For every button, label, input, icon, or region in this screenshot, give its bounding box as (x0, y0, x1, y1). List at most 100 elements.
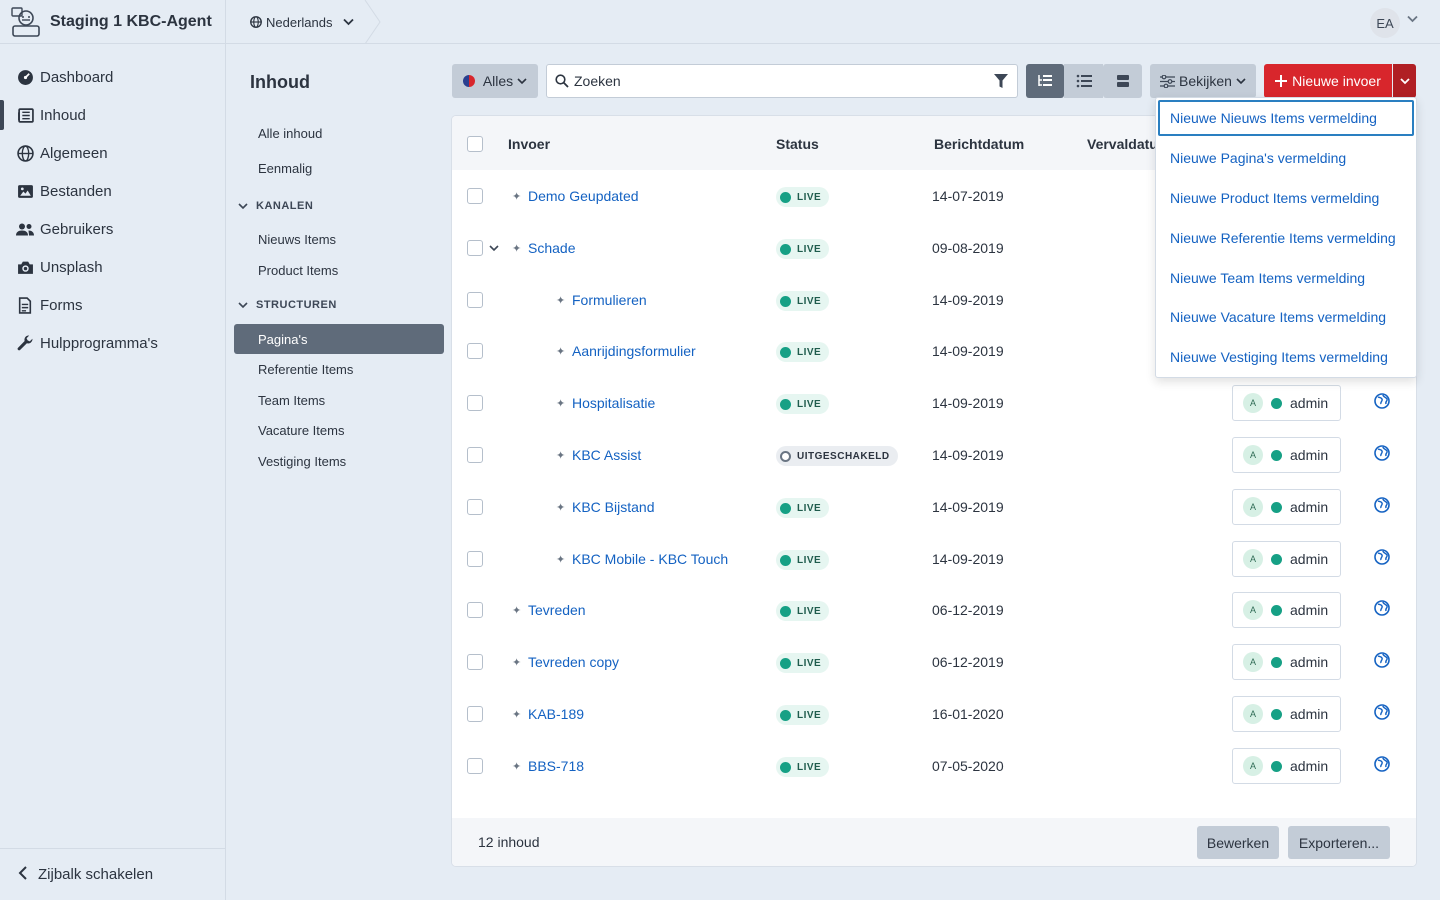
drag-handle-icon[interactable]: ✦ (512, 604, 521, 617)
globe-icon[interactable] (1374, 497, 1390, 513)
row-checkbox[interactable] (467, 602, 483, 618)
author-chip[interactable]: Aadmin (1232, 437, 1341, 473)
chevron-down-icon[interactable] (1407, 15, 1418, 23)
row-checkbox[interactable] (467, 447, 483, 463)
table-row[interactable]: ✦ Tevreden copy LIVE 06-12-2019 Aadmin (452, 636, 1416, 688)
globe-icon[interactable] (1374, 549, 1390, 565)
table-row[interactable]: ✦ KBC Assist UITGESCHAKELD 14-09-2019 Aadmin (452, 429, 1416, 481)
drag-handle-icon[interactable]: ✦ (556, 345, 565, 358)
entry-title[interactable]: ✦ KAB-189 (512, 706, 584, 722)
menu-item-vacature-items[interactable]: Nieuwe Vacature Items vermelding (1170, 309, 1386, 325)
globe-icon[interactable] (1374, 445, 1390, 461)
menu-item-team-items[interactable]: Nieuwe Team Items vermelding (1170, 270, 1365, 286)
menu-item-paginas[interactable]: Nieuwe Pagina's vermelding (1170, 150, 1346, 166)
table-row[interactable]: ✦ KAB-189 LIVE 16-01-2020 Aadmin (452, 688, 1416, 740)
drag-handle-icon[interactable]: ✦ (556, 501, 565, 514)
drag-handle-icon[interactable]: ✦ (556, 553, 565, 566)
row-checkbox[interactable] (467, 343, 483, 359)
section-structures[interactable]: STRUCTUREN (238, 299, 337, 311)
tree-view-button[interactable] (1026, 64, 1064, 98)
author-chip[interactable]: Aadmin (1232, 644, 1341, 680)
drag-handle-icon[interactable]: ✦ (512, 242, 521, 255)
nav-dashboard[interactable]: Dashboard (0, 58, 225, 96)
globe-icon[interactable] (1374, 393, 1390, 409)
menu-item-product-items[interactable]: Nieuwe Product Items vermelding (1170, 190, 1379, 206)
table-row[interactable]: ✦ KBC Bijstand LIVE 14-09-2019 Aadmin (452, 481, 1416, 533)
site-filter-button[interactable]: Alles (452, 64, 538, 98)
drag-handle-icon[interactable]: ✦ (512, 190, 521, 203)
column-status[interactable]: Status (776, 136, 819, 152)
drag-handle-icon[interactable]: ✦ (512, 656, 521, 669)
chevron-down-icon[interactable] (489, 245, 499, 252)
nav-bestanden[interactable]: Bestanden (0, 172, 225, 210)
globe-icon[interactable] (1374, 652, 1390, 668)
entry-title[interactable]: ✦ Formulieren (556, 292, 647, 308)
row-checkbox[interactable] (467, 499, 483, 515)
column-entry[interactable]: Invoer (508, 136, 550, 152)
entry-title[interactable]: ✦ Demo Geupdated (512, 188, 639, 204)
drag-handle-icon[interactable]: ✦ (512, 760, 521, 773)
row-checkbox[interactable] (467, 188, 483, 204)
subnav-vestiging-items[interactable]: Vestiging Items (258, 454, 346, 469)
author-chip[interactable]: Aadmin (1232, 489, 1341, 525)
row-checkbox[interactable] (467, 551, 483, 567)
author-chip[interactable]: Aadmin (1232, 385, 1341, 421)
drag-handle-icon[interactable]: ✦ (556, 449, 565, 462)
table-row[interactable]: ✦ BBS-718 LIVE 07-05-2020 Aadmin (452, 740, 1416, 792)
author-chip[interactable]: Aadmin (1232, 696, 1341, 732)
subnav-all-content[interactable]: Alle inhoud (258, 126, 322, 141)
row-checkbox[interactable] (467, 395, 483, 411)
row-checkbox[interactable] (467, 758, 483, 774)
subnav-team-items[interactable]: Team Items (258, 393, 325, 408)
subnav-once[interactable]: Eenmalig (258, 161, 312, 176)
list-view-button[interactable] (1064, 64, 1103, 98)
subnav-product-items[interactable]: Product Items (258, 263, 338, 278)
menu-item-vestiging-items[interactable]: Nieuwe Vestiging Items vermelding (1170, 349, 1388, 365)
globe-icon[interactable] (1374, 756, 1390, 772)
entry-title[interactable]: ✦ KBC Mobile - KBC Touch (556, 551, 728, 567)
entry-title[interactable]: ✦ BBS-718 (512, 758, 584, 774)
nav-forms[interactable]: Forms (0, 286, 225, 324)
row-checkbox[interactable] (467, 706, 483, 722)
row-checkbox[interactable] (467, 292, 483, 308)
table-row[interactable]: ✦ Tevreden LIVE 06-12-2019 Aadmin (452, 584, 1416, 636)
subnav-nieuws-items[interactable]: Nieuws Items (258, 232, 336, 247)
subnav-vacature-items[interactable]: Vacature Items (258, 423, 344, 438)
table-row[interactable]: ✦ Hospitalisatie LIVE 14-09-2019 Aadmin (452, 377, 1416, 429)
nav-unsplash[interactable]: Unsplash (0, 248, 225, 286)
menu-item-nieuws-items[interactable]: Nieuwe Nieuws Items vermelding (1170, 110, 1377, 126)
entry-title[interactable]: ✦ KBC Bijstand (556, 499, 654, 515)
menu-item-referentie-items[interactable]: Nieuwe Referentie Items vermelding (1170, 230, 1396, 246)
filter-icon[interactable] (993, 73, 1009, 89)
export-button[interactable]: Exporteren... (1288, 826, 1390, 859)
subnav-referentie-items[interactable]: Referentie Items (258, 362, 353, 377)
entry-title[interactable]: ✦ Tevreden (512, 602, 586, 618)
new-entry-dropdown-toggle[interactable] (1393, 64, 1416, 98)
section-channels[interactable]: KANALEN (238, 200, 313, 212)
card-view-button[interactable] (1103, 64, 1142, 98)
avatar[interactable]: EA (1370, 8, 1400, 38)
row-checkbox[interactable] (467, 654, 483, 670)
brand[interactable]: Staging 1 KBC-Agent (0, 0, 225, 44)
nav-algemeen[interactable]: Algemeen (0, 134, 225, 172)
drag-handle-icon[interactable]: ✦ (556, 397, 565, 410)
row-checkbox[interactable] (467, 240, 483, 256)
entry-title[interactable]: ✦ Aanrijdingsformulier (556, 343, 696, 359)
search-input[interactable]: Zoeken (546, 64, 1018, 98)
author-chip[interactable]: Aadmin (1232, 748, 1341, 784)
view-button[interactable]: Bekijken (1150, 64, 1256, 98)
entry-title[interactable]: ✦ Hospitalisatie (556, 395, 655, 411)
edit-button[interactable]: Bewerken (1197, 826, 1279, 859)
new-entry-button[interactable]: Nieuwe invoer (1264, 64, 1392, 98)
select-all-checkbox[interactable] (467, 136, 483, 152)
table-row[interactable]: ✦ KBC Mobile - KBC Touch LIVE 14-09-2019 Aad… (452, 533, 1416, 585)
entry-title[interactable]: ✦ Tevreden copy (512, 654, 619, 670)
language-selector[interactable]: Nederlands (250, 0, 354, 44)
column-post-date[interactable]: Berichtdatum (934, 136, 1024, 152)
globe-icon[interactable] (1374, 600, 1390, 616)
drag-handle-icon[interactable]: ✦ (556, 294, 565, 307)
nav-gebruikers[interactable]: Gebruikers (0, 210, 225, 248)
nav-inhoud[interactable]: Inhoud (0, 96, 225, 134)
author-chip[interactable]: Aadmin (1232, 592, 1341, 628)
subnav-paginas[interactable]: Pagina's (234, 324, 444, 354)
